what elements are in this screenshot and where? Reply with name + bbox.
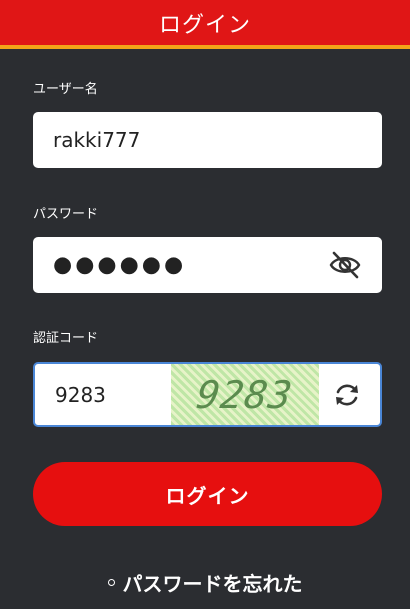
captcha-field[interactable]: 9283 9283 (33, 362, 382, 427)
password-label: パスワード (33, 207, 99, 222)
username-value: rakki777 (53, 128, 141, 152)
captcha-label: 認証コード (33, 331, 99, 346)
eye-slash-icon[interactable] (328, 248, 362, 282)
forgot-password-link[interactable]: パスワードを忘れた (0, 568, 410, 597)
login-button[interactable]: ログイン (33, 462, 382, 526)
header-bar: ログイン (0, 0, 410, 49)
login-button-label: ログイン (165, 483, 250, 508)
captcha-image-text: 9283 (194, 372, 296, 417)
username-label: ユーザー名 (33, 82, 98, 97)
captcha-image: 9283 (171, 364, 319, 425)
username-field[interactable]: rakki777 (33, 112, 382, 168)
forgot-password-label: パスワードを忘れた (122, 572, 303, 596)
bullet-icon (107, 579, 115, 586)
password-value: ●●●●●● (53, 252, 187, 278)
refresh-icon[interactable] (332, 380, 362, 410)
page-title: ログイン (158, 12, 251, 38)
password-field[interactable]: ●●●●●● (33, 237, 382, 293)
captcha-input-value: 9283 (55, 382, 106, 407)
